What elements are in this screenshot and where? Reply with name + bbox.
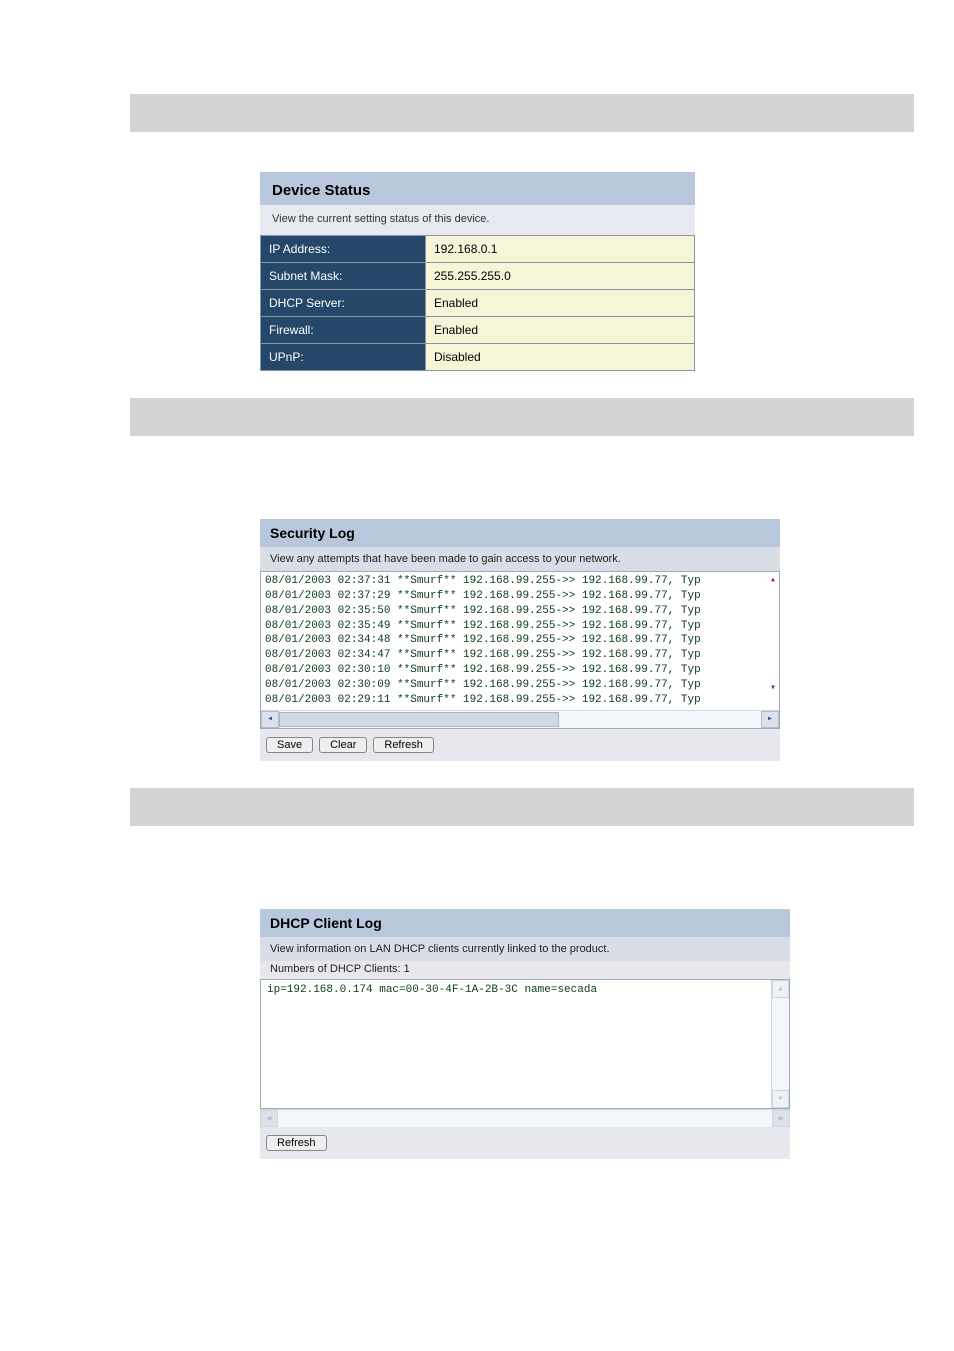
refresh-button[interactable]: Refresh	[266, 1135, 327, 1151]
firewall-label: Firewall:	[261, 317, 426, 344]
upnp-label: UPnP:	[261, 344, 426, 371]
scroll-down-icon[interactable]: ▾	[772, 1090, 789, 1108]
clear-button[interactable]: Clear	[319, 737, 367, 753]
log-line: 08/01/2003 02:34:47 **Smurf** 192.168.99…	[265, 648, 775, 663]
dhcp-log-line: ip=192.168.0.174 mac=00-30-4F-1A-2B-3C n…	[261, 980, 771, 1108]
ip-address-value: 192.168.0.1	[426, 236, 695, 263]
scroll-track[interactable]	[772, 998, 789, 1090]
subnet-mask-value: 255.255.255.0	[426, 263, 695, 290]
page-band-top	[130, 94, 914, 132]
scroll-right-icon[interactable]: ▸	[772, 1110, 790, 1127]
scroll-left-icon[interactable]: ◂	[260, 1110, 278, 1127]
refresh-button[interactable]: Refresh	[373, 737, 434, 753]
page-band-mid2	[130, 788, 914, 826]
dhcp-client-log-box[interactable]: ip=192.168.0.174 mac=00-30-4F-1A-2B-3C n…	[260, 979, 790, 1109]
device-status-panel: Device Status View the current setting s…	[260, 172, 695, 371]
device-status-title: Device Status	[272, 182, 683, 199]
table-row: IP Address: 192.168.0.1	[261, 236, 695, 263]
log-line: 08/01/2003 02:30:10 **Smurf** 192.168.99…	[265, 663, 775, 678]
log-line: 08/01/2003 02:37:29 **Smurf** 192.168.99…	[265, 589, 775, 604]
firewall-value: Enabled	[426, 317, 695, 344]
device-status-subtitle: View the current setting status of this …	[260, 205, 695, 235]
security-log-header: Security Log	[260, 519, 780, 547]
dhcp-client-log-subtitle: View information on LAN DHCP clients cur…	[260, 937, 790, 961]
scroll-up-icon[interactable]: ▴	[772, 980, 789, 998]
log-line: 08/01/2003 02:30:09 **Smurf** 192.168.99…	[265, 678, 775, 693]
table-row: DHCP Server: Enabled	[261, 290, 695, 317]
security-log-title: Security Log	[270, 525, 770, 541]
scroll-right-icon[interactable]: ▸	[761, 711, 779, 728]
dhcp-client-count: Numbers of DHCP Clients: 1	[260, 961, 790, 979]
dhcp-client-log-panel: DHCP Client Log View information on LAN …	[260, 909, 790, 1159]
dhcp-server-value: Enabled	[426, 290, 695, 317]
security-log-box[interactable]: ▴ ▾ 08/01/2003 02:37:31 **Smurf** 192.16…	[260, 571, 780, 729]
table-row: Subnet Mask: 255.255.255.0	[261, 263, 695, 290]
dhcp-client-log-title: DHCP Client Log	[270, 915, 780, 931]
upnp-value: Disabled	[426, 344, 695, 371]
subnet-mask-label: Subnet Mask:	[261, 263, 426, 290]
log-line: 08/01/2003 02:29:11 **Smurf** 192.168.99…	[265, 693, 775, 708]
scroll-track[interactable]	[278, 1110, 772, 1127]
scroll-down-icon[interactable]: ▾	[770, 682, 776, 694]
dhcp-client-log-header: DHCP Client Log	[260, 909, 790, 937]
scroll-up-icon[interactable]: ▴	[770, 574, 776, 586]
table-row: Firewall: Enabled	[261, 317, 695, 344]
device-status-header: Device Status	[260, 172, 695, 205]
scroll-left-icon[interactable]: ◂	[261, 711, 279, 728]
dhcp-hscroll[interactable]: ◂ ▸	[260, 1109, 790, 1127]
scroll-thumb[interactable]	[279, 712, 559, 727]
dhcp-client-log-buttons: Refresh	[260, 1127, 790, 1159]
table-row: UPnP: Disabled	[261, 344, 695, 371]
log-line: 08/01/2003 02:35:50 **Smurf** 192.168.99…	[265, 604, 775, 619]
dhcp-vscroll[interactable]: ▴ ▾	[771, 980, 789, 1108]
log-line: 08/01/2003 02:34:48 **Smurf** 192.168.99…	[265, 633, 775, 648]
dhcp-server-label: DHCP Server:	[261, 290, 426, 317]
security-log-hscroll[interactable]: ◂ ▸	[261, 710, 779, 728]
scroll-track[interactable]	[279, 711, 761, 728]
ip-address-label: IP Address:	[261, 236, 426, 263]
log-line: 08/01/2003 02:35:49 **Smurf** 192.168.99…	[265, 619, 775, 634]
device-status-table: IP Address: 192.168.0.1 Subnet Mask: 255…	[260, 235, 695, 371]
security-log-panel: Security Log View any attempts that have…	[260, 519, 780, 761]
log-line: 08/01/2003 02:37:31 **Smurf** 192.168.99…	[265, 574, 775, 589]
security-log-subtitle: View any attempts that have been made to…	[260, 547, 780, 571]
page-band-mid1	[130, 398, 914, 436]
security-log-buttons: Save Clear Refresh	[260, 729, 780, 761]
save-button[interactable]: Save	[266, 737, 313, 753]
